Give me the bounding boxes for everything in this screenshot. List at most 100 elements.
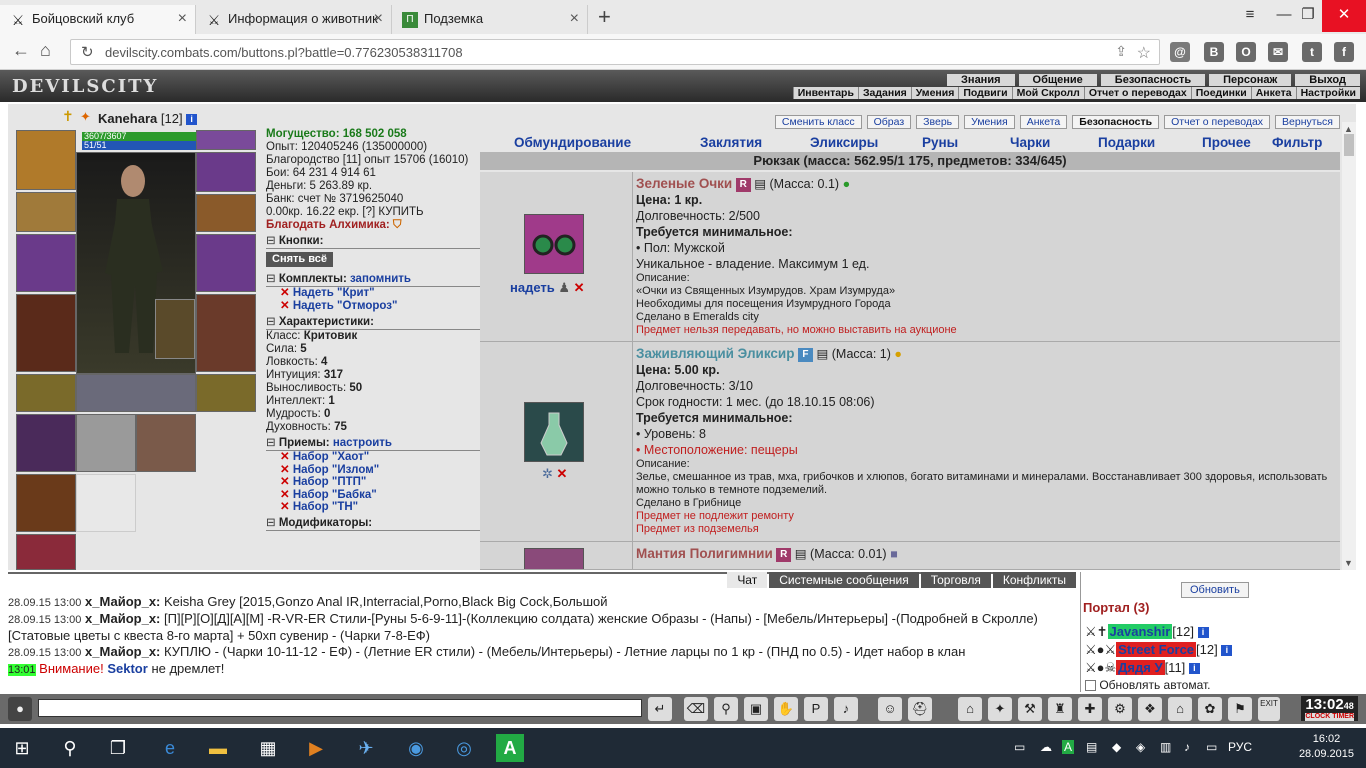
tab-fight-club[interactable]: ⚔ Бойцовский клуб × [0,5,196,34]
delete-icon[interactable]: ✕ [280,476,290,488]
save-icon[interactable]: ▣ [744,697,768,721]
msg-nick[interactable]: x_Майор_x: [85,611,160,626]
close-tab-icon[interactable]: × [374,10,383,28]
network-icon[interactable]: ▥ [1160,740,1171,754]
collapse-icon[interactable]: ⊟ [266,437,276,449]
sets-section[interactable]: ⊟ Комплекты: запомнить [266,273,482,287]
cat-elixirs[interactable]: Эликсиры [810,135,878,150]
player-name[interactable]: Javanshir [1107,624,1173,639]
close-tab-icon[interactable]: × [570,10,579,28]
helmet-slot[interactable] [16,130,76,190]
scroll-up-icon[interactable]: ▲ [1344,124,1353,134]
store-icon[interactable]: ▦ [254,734,282,762]
subnav-skills[interactable]: Умения [910,87,959,99]
new-tab-button[interactable]: + [598,4,611,30]
flag-icon[interactable]: ⚑ [1228,697,1252,721]
tray-app-icon[interactable]: A [1062,740,1075,754]
scroll-thumb[interactable] [1344,134,1354,156]
edge-icon[interactable]: e [156,734,184,762]
tab-system-messages[interactable]: Системные сообщения [769,572,919,588]
reload-icon[interactable]: ↻ [81,43,94,61]
delete-icon[interactable]: ✕ [280,464,290,476]
cat-spells[interactable]: Заклятия [700,135,762,150]
sheep-item-slot[interactable] [76,414,136,472]
auto-refresh-checkbox[interactable] [1085,680,1096,692]
search-icon[interactable]: ⚲ [56,734,84,762]
item-name[interactable]: Зеленые Очки [636,176,732,191]
cat-gifts[interactable]: Подарки [1098,135,1155,150]
facebook-extension-icon[interactable]: f [1334,42,1354,62]
scroll-down-icon[interactable]: ▼ [1344,558,1353,568]
mail-extension-icon[interactable]: ✉ [1268,42,1288,62]
ekr-balance[interactable]: 0.00кр. 16.22 екр. [?] КУПИТЬ [266,206,482,219]
private-icon[interactable]: P [804,697,828,721]
trick-set-link[interactable]: Набор "ТН" [293,501,358,513]
misc-slot[interactable] [16,534,76,570]
url-field[interactable]: ↻ devilscity.combats.com/buttons.pl?batt… [70,39,1160,65]
profile-button[interactable]: Анкета [1019,115,1068,129]
flame-icon[interactable]: ✦ [988,697,1012,721]
amigo-browser-icon[interactable]: A [496,734,524,762]
tab-dungeon[interactable]: П Подземка × [392,5,588,34]
rings-slot[interactable] [196,152,256,192]
inventory-scrollbar[interactable]: ▲ ▼ [1342,122,1356,570]
at-extension-icon[interactable]: @ [1170,42,1190,62]
language-indicator[interactable]: РУС [1228,740,1252,754]
collapse-icon[interactable]: ⊟ [266,235,276,247]
subnav-my-scroll[interactable]: Мой Скролл [1011,87,1084,99]
item-name[interactable]: Мантия Полигимнии [636,546,773,561]
close-tab-icon[interactable]: × [178,10,187,28]
delete-icon[interactable]: ✕ [280,501,290,513]
beast-button[interactable]: Зверь [916,115,960,129]
ok-extension-icon[interactable]: О [1236,42,1256,62]
empty-slot[interactable] [76,474,136,532]
helmet-icon[interactable]: ⛑ [908,697,932,721]
close-window-button[interactable]: ✕ [1322,0,1366,32]
media-icon[interactable]: ▶ [302,734,330,762]
pet-icon[interactable] [155,299,195,359]
tab-conflicts[interactable]: Конфликты [992,572,1076,588]
notification-icon[interactable]: ▭ [1206,740,1217,754]
info-icon[interactable]: i [186,114,198,126]
subnav-feats[interactable]: Подвиги [958,87,1012,99]
app-icon[interactable]: ✈ [352,734,380,762]
skills-button[interactable]: Умения [964,115,1015,129]
subnav-settings[interactable]: Настройки [1295,87,1360,99]
use-icon[interactable]: ✲ [542,466,553,481]
wrench-icon[interactable]: ⚙ [1108,697,1132,721]
undress-all-button[interactable]: Снять всё [266,252,333,267]
subnav-profile[interactable]: Анкета [1250,87,1296,99]
player-name[interactable]: Street Force [1116,642,1197,657]
belt-slot[interactable] [16,374,76,412]
info-icon[interactable]: i [1221,645,1233,657]
subnav-quests[interactable]: Задания [857,87,911,99]
buttons-section[interactable]: ⊟ Кнопки: [266,235,482,249]
player-name[interactable]: Дядя У [1116,660,1165,675]
collapse-icon[interactable]: ⊟ [266,273,276,285]
cloud-icon[interactable]: ☁ [1040,740,1052,754]
smiley-icon[interactable]: ☺ [878,697,902,721]
security-button[interactable]: Безопасность [1072,115,1160,129]
task-view-icon[interactable]: ❐ [104,734,132,762]
item-name[interactable]: Заживляющий Эликсир [636,346,794,361]
cat-charms[interactable]: Чарки [1010,135,1050,150]
trick-set-link[interactable]: Набор "Излом" [293,464,379,476]
volume-icon[interactable]: ♪ [1184,740,1190,754]
cat-runes[interactable]: Руны [922,135,958,150]
collapse-icon[interactable]: ⊟ [266,316,276,328]
delete-icon[interactable]: ✕ [574,280,585,295]
gloves-slot[interactable] [196,194,256,232]
wear-set-crit[interactable]: Надеть "Крит" [293,287,375,299]
scroll-icon[interactable]: ❖ [1138,697,1162,721]
transfer-report-button[interactable]: Отчет о переводах [1164,115,1271,129]
vk-extension-icon[interactable]: В [1204,42,1224,62]
image-button[interactable]: Образ [866,115,912,129]
configure-tricks-link[interactable]: настроить [333,437,392,449]
return-button[interactable]: Вернуться [1275,115,1340,129]
refresh-button[interactable]: Обновить [1181,582,1249,598]
trick-set-link[interactable]: Набор "Бабка" [293,489,377,501]
filter-icon[interactable]: ⚲ [714,697,738,721]
chat-input[interactable] [38,699,642,717]
nvidia-icon[interactable]: ◆ [1112,740,1121,754]
delete-icon[interactable]: ✕ [280,287,290,299]
